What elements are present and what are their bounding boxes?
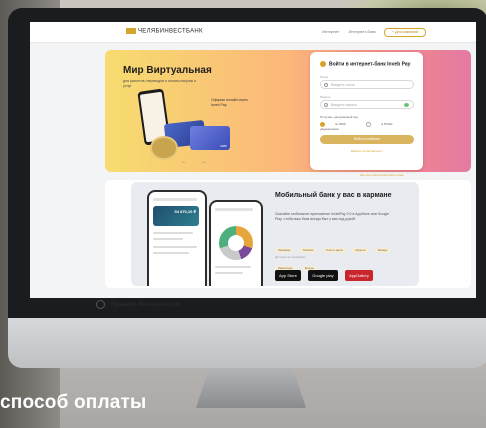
feature-chip: Переводы [275, 248, 294, 253]
shield-icon [96, 300, 105, 309]
login-field[interactable]: Введите логин [320, 80, 414, 89]
login-title: Войти в интернет-банк Inveb Pay [320, 61, 410, 67]
mobile-bank-text: Скачайте мобильное приложение InvebPay 2… [275, 212, 390, 221]
card-illustration-icon: МИР [190, 126, 230, 150]
phone-line [215, 266, 251, 268]
nav-links: Интернет Интернет-банк [322, 29, 384, 34]
monitor-chin [8, 318, 486, 368]
logo-mark-icon [126, 28, 136, 34]
lock-icon [324, 103, 328, 107]
phone-header [153, 198, 197, 201]
slider-arrows-icon[interactable]: ← → [181, 159, 213, 165]
password-label: Пароль [320, 95, 331, 99]
phone-line [153, 246, 197, 248]
appgallery-button[interactable]: AppGallery [345, 270, 373, 281]
radio-sms[interactable]: по SMS [320, 122, 356, 127]
feature-chip: Вклады [375, 248, 391, 253]
otp-options: по SMS в PUSH-уведомлении [320, 122, 423, 131]
mobile-bank-section: 54 870,10 ₽ Мобильный банк у вас в карма… [105, 180, 471, 288]
expenses-donut-icon [219, 226, 253, 260]
login-label: Логин [320, 75, 329, 79]
nav-link-internet[interactable]: Интернет [322, 29, 339, 34]
google-play-button[interactable]: Google play [308, 270, 338, 281]
business-button[interactable]: + Для компаний [384, 28, 426, 37]
password-field[interactable]: Введите пароль [320, 100, 414, 109]
phone-mockup: 54 870,10 ₽ [147, 190, 207, 286]
hero-subtitle: для расчетов, переводов и оплаты покупок… [123, 79, 197, 88]
mobile-bank-card: 54 870,10 ₽ Мобильный банк у вас в карма… [131, 182, 419, 286]
card-label: МИР [220, 144, 227, 148]
show-password-icon[interactable] [404, 103, 409, 107]
coin-illustration-icon [150, 136, 178, 160]
bank-logo[interactable]: ЧЕЛЯБИНВЕСТБАНК [126, 28, 203, 35]
forgot-password-link[interactable]: Забыли логин/пароль? [310, 149, 423, 153]
phone-balance: 54 870,10 ₽ [174, 209, 196, 214]
otp-label: Получать одноразовый код [320, 115, 358, 119]
nav-link-internet-bank[interactable]: Интернет-банк [349, 29, 376, 34]
mobile-bank-title: Мобильный банк у вас в кармане [275, 192, 392, 199]
user-icon [324, 83, 328, 87]
login-form: Войти в интернет-банк Inveb Pay Логин Вв… [310, 52, 423, 170]
site-header: ЧЕЛЯБИНВЕСТБАНК Интернет Интернет-банк +… [30, 22, 476, 43]
become-client-link[interactable]: Как стать клиентом без визита в банк [360, 174, 403, 177]
caption-text: способ оплаты [0, 392, 147, 413]
hero-callout: Оформи онлайн через Inveb Pay [211, 98, 248, 107]
phone-line [153, 238, 183, 240]
feature-chip: Счета и карты [322, 248, 346, 253]
phone-mockup-expenses [209, 200, 263, 286]
hero-title: Мир Виртуальная [123, 65, 212, 76]
feature-chip: Кредиты [352, 248, 369, 253]
platforms-note: Доступно на платформах [275, 256, 306, 259]
bank-dot-icon [320, 61, 326, 67]
phone-header [215, 208, 253, 211]
brand-name: ЧЕЛЯБИНВЕСТБАНК [138, 28, 203, 35]
security-rules-heading: Правила безопасности [96, 300, 180, 309]
phone-line [215, 272, 243, 274]
login-button[interactable]: Войти в кабинет [320, 135, 414, 144]
monitor-stand [196, 368, 306, 408]
phone-balance-card: 54 870,10 ₽ [153, 206, 199, 226]
feature-chip: Платежи [299, 248, 317, 253]
store-badges: App Store Google play AppGallery [275, 264, 376, 282]
app-store-button[interactable]: App Store [275, 270, 301, 281]
phone-line [153, 252, 189, 254]
phone-line [153, 232, 193, 234]
browser-screen: ЧЕЛЯБИНВЕСТБАНК Интернет Интернет-банк +… [30, 22, 476, 298]
